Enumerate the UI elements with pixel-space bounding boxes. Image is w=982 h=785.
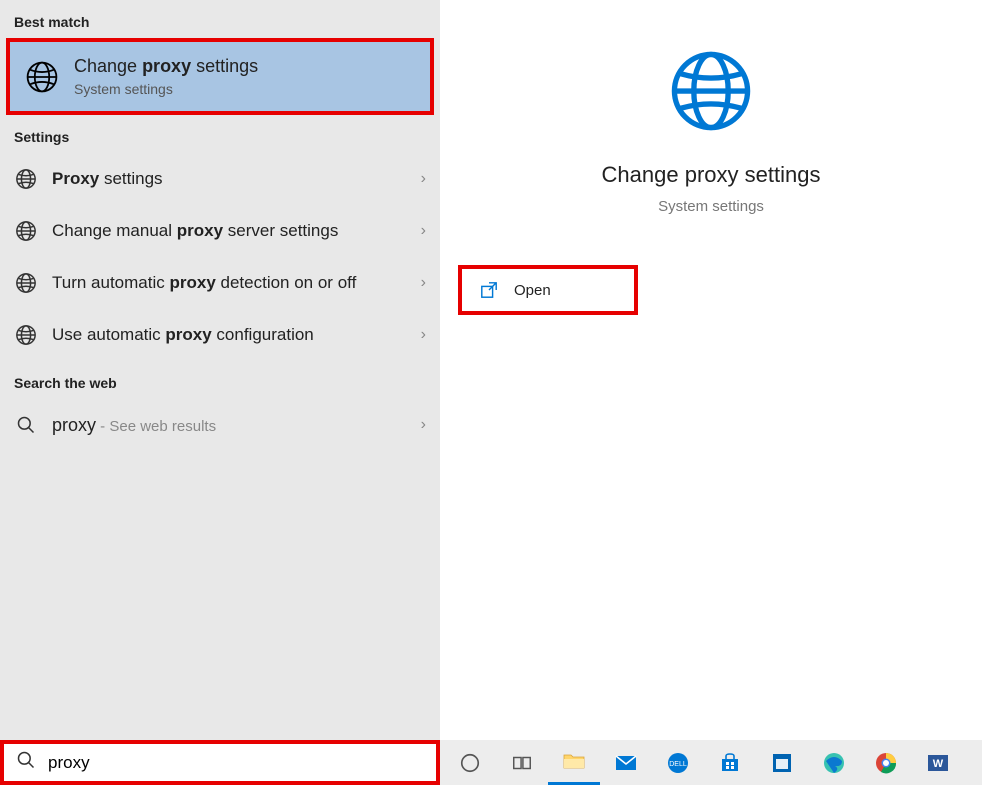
search-icon (16, 750, 36, 775)
edge-icon[interactable] (808, 740, 860, 785)
open-label: Open (514, 282, 551, 299)
settings-item-auto-detection[interactable]: Turn automatic proxy detection on or off… (0, 257, 440, 309)
chevron-right-icon: › (421, 170, 426, 188)
globe-icon (14, 167, 38, 191)
store-icon[interactable] (704, 740, 756, 785)
chevron-right-icon: › (421, 326, 426, 344)
search-web-header: Search the web (0, 361, 440, 399)
best-match-subtitle: System settings (74, 81, 416, 97)
file-explorer-icon[interactable] (548, 740, 600, 785)
settings-item-proxy[interactable]: Proxy settings › (0, 153, 440, 205)
taskbar-search-box[interactable] (0, 740, 440, 785)
open-icon (480, 281, 498, 299)
task-view-icon[interactable] (496, 740, 548, 785)
chrome-icon[interactable] (860, 740, 912, 785)
word-icon[interactable]: W (912, 740, 964, 785)
detail-panel: Change proxy settings System settings Op… (440, 0, 982, 740)
search-icon (14, 413, 38, 437)
taskbar-search-input[interactable] (48, 753, 424, 773)
detail-title: Change proxy settings (602, 162, 821, 188)
globe-icon (14, 323, 38, 347)
settings-item-manual-proxy[interactable]: Change manual proxy server settings › (0, 205, 440, 257)
best-match-title-bold: proxy (142, 56, 191, 76)
detail-subtitle: System settings (658, 198, 764, 215)
open-button[interactable]: Open (458, 265, 638, 315)
mail-icon[interactable] (600, 740, 652, 785)
taskbar: DELL W (0, 740, 982, 785)
chevron-right-icon: › (421, 222, 426, 240)
chevron-right-icon: › (421, 416, 426, 434)
web-term: proxy (52, 415, 96, 435)
web-hint: - See web results (96, 418, 216, 435)
best-match-item[interactable]: Change proxy settings System settings (6, 38, 434, 115)
web-search-item[interactable]: proxy - See web results › (0, 399, 440, 451)
svg-text:DELL: DELL (669, 761, 687, 768)
search-results-panel: Best match Change proxy settings System … (0, 0, 440, 740)
cortana-icon[interactable] (444, 740, 496, 785)
best-match-text: Change proxy settings System settings (74, 56, 416, 97)
globe-icon (668, 48, 754, 134)
best-match-title-pre: Change (74, 56, 142, 76)
globe-icon (14, 271, 38, 295)
settings-header: Settings (0, 115, 440, 153)
globe-icon (14, 219, 38, 243)
dell-icon[interactable]: DELL (652, 740, 704, 785)
globe-icon (24, 59, 60, 95)
chevron-right-icon: › (421, 274, 426, 292)
best-match-title-post: settings (191, 56, 258, 76)
company-portal-icon[interactable] (756, 740, 808, 785)
settings-item-auto-config[interactable]: Use automatic proxy configuration › (0, 309, 440, 361)
svg-text:W: W (933, 758, 944, 770)
best-match-header: Best match (0, 0, 440, 38)
